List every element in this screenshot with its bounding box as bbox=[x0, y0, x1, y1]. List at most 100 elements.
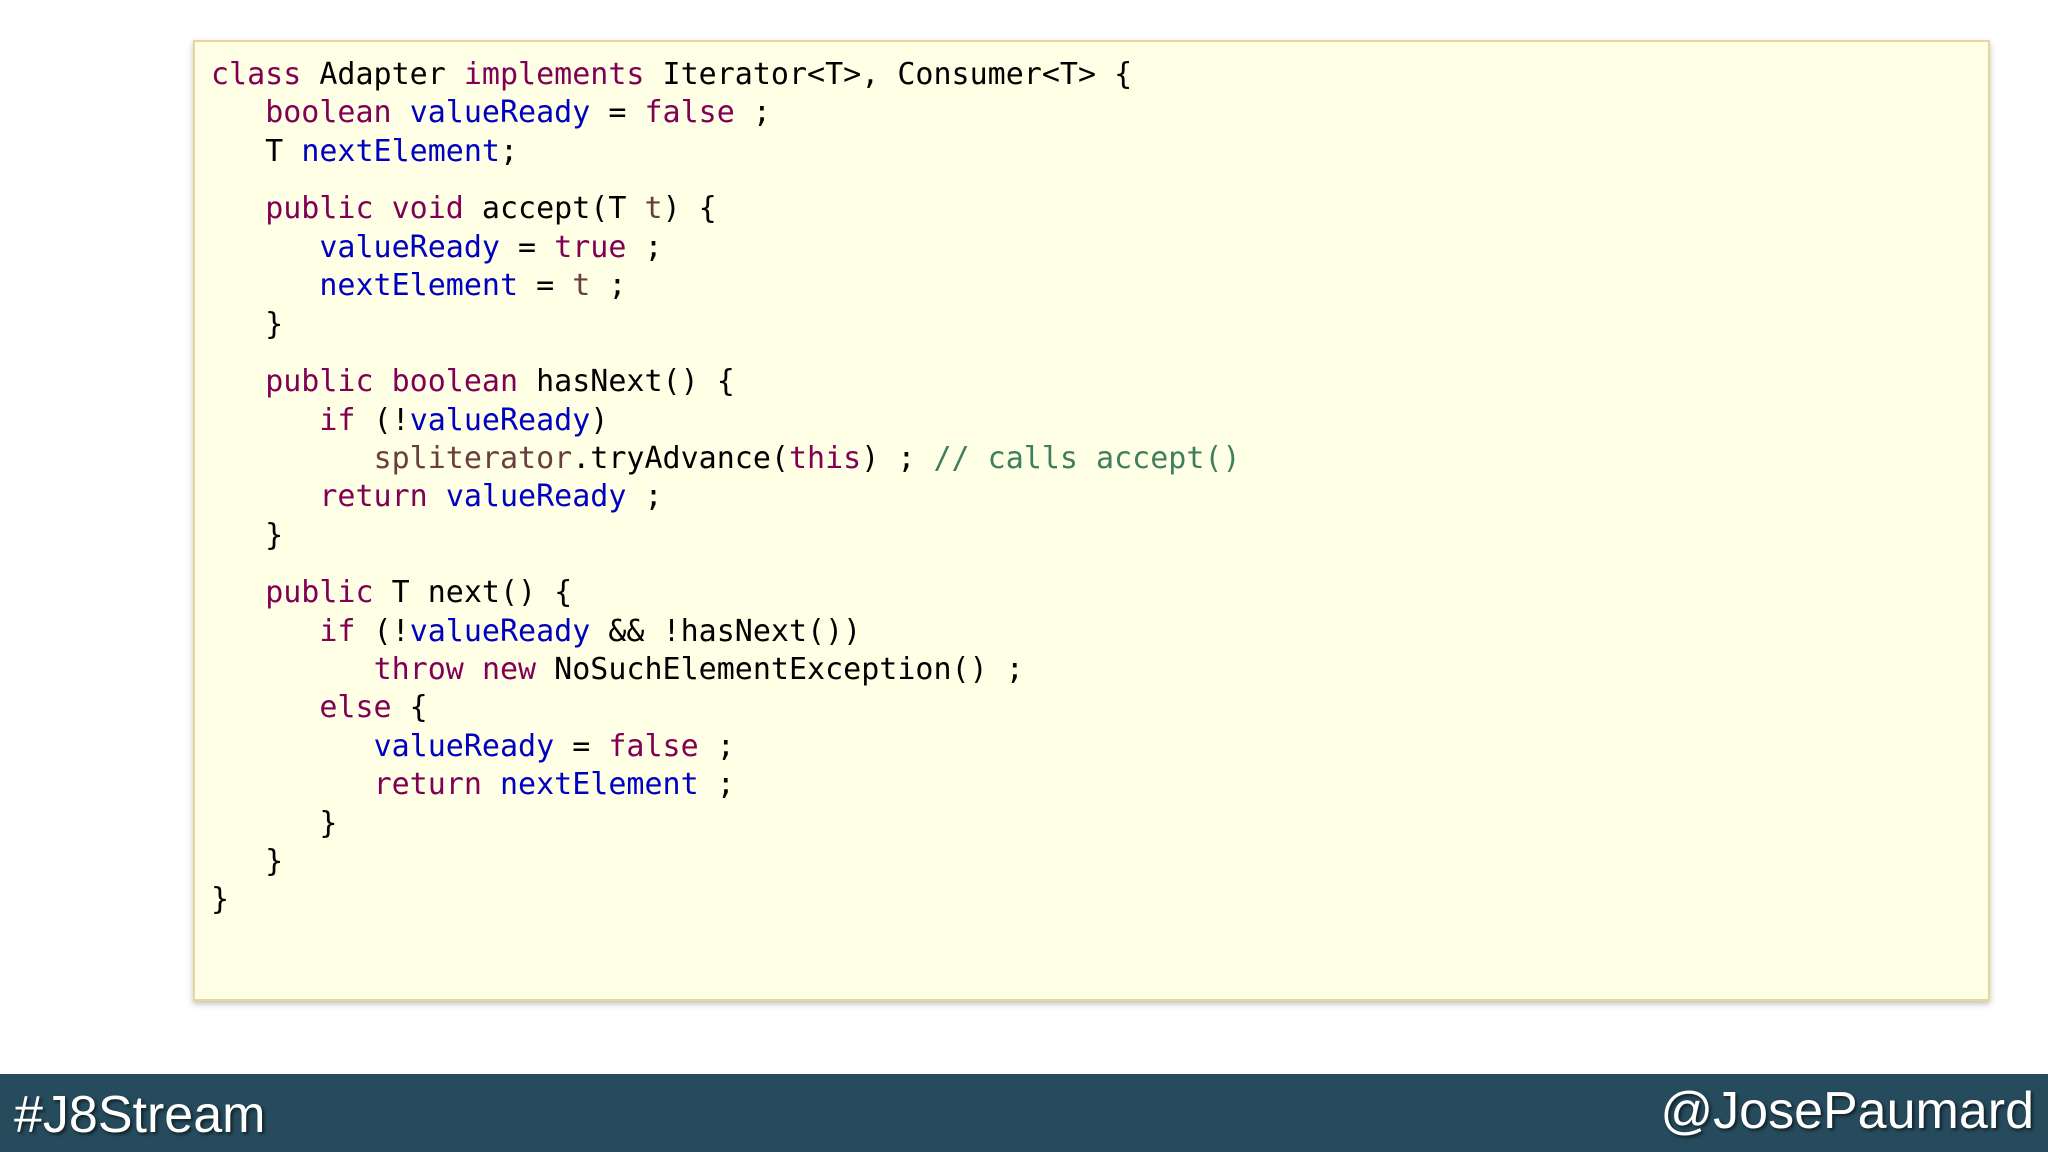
code-token: ; bbox=[698, 767, 735, 803]
code-token: = bbox=[500, 229, 555, 265]
code-token: public bbox=[265, 364, 374, 400]
code-token: NoSuchElementException() ; bbox=[536, 652, 1024, 688]
code-token: false bbox=[608, 728, 699, 764]
code-token: new bbox=[481, 652, 537, 688]
code-token: valueReady bbox=[409, 402, 591, 438]
code-token: void bbox=[391, 191, 464, 227]
code-token: { bbox=[391, 690, 428, 726]
code-token: if bbox=[319, 402, 356, 438]
slide: class Adapter implements Iterator<T>, Co… bbox=[0, 0, 2048, 1152]
code-token: valueReady bbox=[409, 613, 591, 649]
code-token: t bbox=[644, 191, 663, 227]
code-token: .tryAdvance( bbox=[572, 440, 789, 476]
code-token: ) bbox=[590, 402, 609, 438]
code-token: valueReady bbox=[409, 95, 591, 131]
code-token: T next() { bbox=[373, 575, 573, 611]
code-token: throw bbox=[373, 652, 464, 688]
code-token: accept(T bbox=[463, 191, 645, 227]
hashtag-label: #J8Stream bbox=[14, 1086, 266, 1144]
code-token: ; bbox=[500, 133, 519, 169]
code-token: valueReady bbox=[373, 728, 555, 764]
code-token: Adapter bbox=[301, 57, 464, 92]
code-token: = bbox=[554, 728, 609, 764]
code-line: return nextElement ; bbox=[211, 766, 1241, 804]
code-token: = bbox=[590, 95, 645, 131]
code-token: t bbox=[572, 268, 591, 304]
code-line: valueReady = true ; bbox=[211, 229, 1241, 267]
code-line: spliterator.tryAdvance(this) ; // calls … bbox=[211, 440, 1241, 478]
code-token: ; bbox=[626, 229, 663, 265]
code-line: } bbox=[211, 881, 1241, 919]
code-token: (! bbox=[355, 613, 410, 649]
code-line: nextElement = t ; bbox=[211, 267, 1241, 305]
code-token: public bbox=[265, 191, 374, 227]
code-token: boolean bbox=[391, 364, 519, 400]
code-listing: class Adapter implements Iterator<T>, Co… bbox=[211, 56, 1241, 920]
code-line: valueReady = false ; bbox=[211, 728, 1241, 766]
code-token: return bbox=[319, 479, 428, 515]
code-token: } bbox=[211, 882, 230, 918]
code-token: = bbox=[518, 268, 573, 304]
code-line: throw new NoSuchElementException() ; bbox=[211, 651, 1241, 689]
code-token: ) { bbox=[662, 191, 717, 227]
code-token: T bbox=[211, 133, 302, 169]
code-line: } bbox=[211, 805, 1241, 843]
code-token: } bbox=[211, 805, 338, 841]
code-token: this bbox=[789, 440, 862, 476]
code-token: valueReady bbox=[319, 229, 500, 265]
code-token: spliterator bbox=[373, 440, 573, 476]
code-token: } bbox=[211, 517, 284, 553]
code-line: return valueReady ; bbox=[211, 478, 1241, 516]
code-token: Iterator<T>, Consumer<T> { bbox=[644, 57, 1133, 92]
footer-bar: #J8Stream @JosePaumard bbox=[0, 1074, 2048, 1152]
code-token: ) ; bbox=[861, 440, 934, 476]
code-token: boolean bbox=[265, 95, 392, 131]
code-token: class bbox=[211, 57, 302, 92]
code-block: class Adapter implements Iterator<T>, Co… bbox=[193, 40, 1990, 1001]
code-token: implements bbox=[463, 57, 645, 92]
code-token: ; bbox=[698, 728, 735, 764]
code-line: T nextElement; bbox=[211, 133, 1241, 171]
code-token: ; bbox=[734, 95, 771, 131]
code-token: nextElement bbox=[301, 133, 500, 169]
code-token: hasNext() { bbox=[518, 364, 735, 400]
code-line: public boolean hasNext() { bbox=[211, 363, 1241, 401]
code-token: true bbox=[554, 229, 627, 265]
code-line: else { bbox=[211, 689, 1241, 727]
code-token: } bbox=[211, 306, 284, 342]
code-line: class Adapter implements Iterator<T>, Co… bbox=[211, 56, 1241, 94]
code-token: } bbox=[211, 843, 284, 879]
twitter-handle: @JosePaumard bbox=[1660, 1082, 2034, 1140]
code-line: boolean valueReady = false ; bbox=[211, 94, 1241, 132]
code-token: false bbox=[644, 95, 735, 131]
code-line: if (!valueReady) bbox=[211, 402, 1241, 440]
code-token: nextElement bbox=[500, 767, 699, 803]
code-line: } bbox=[211, 306, 1241, 344]
code-token: (! bbox=[355, 402, 410, 438]
code-line: } bbox=[211, 517, 1241, 555]
code-token: return bbox=[373, 767, 482, 803]
